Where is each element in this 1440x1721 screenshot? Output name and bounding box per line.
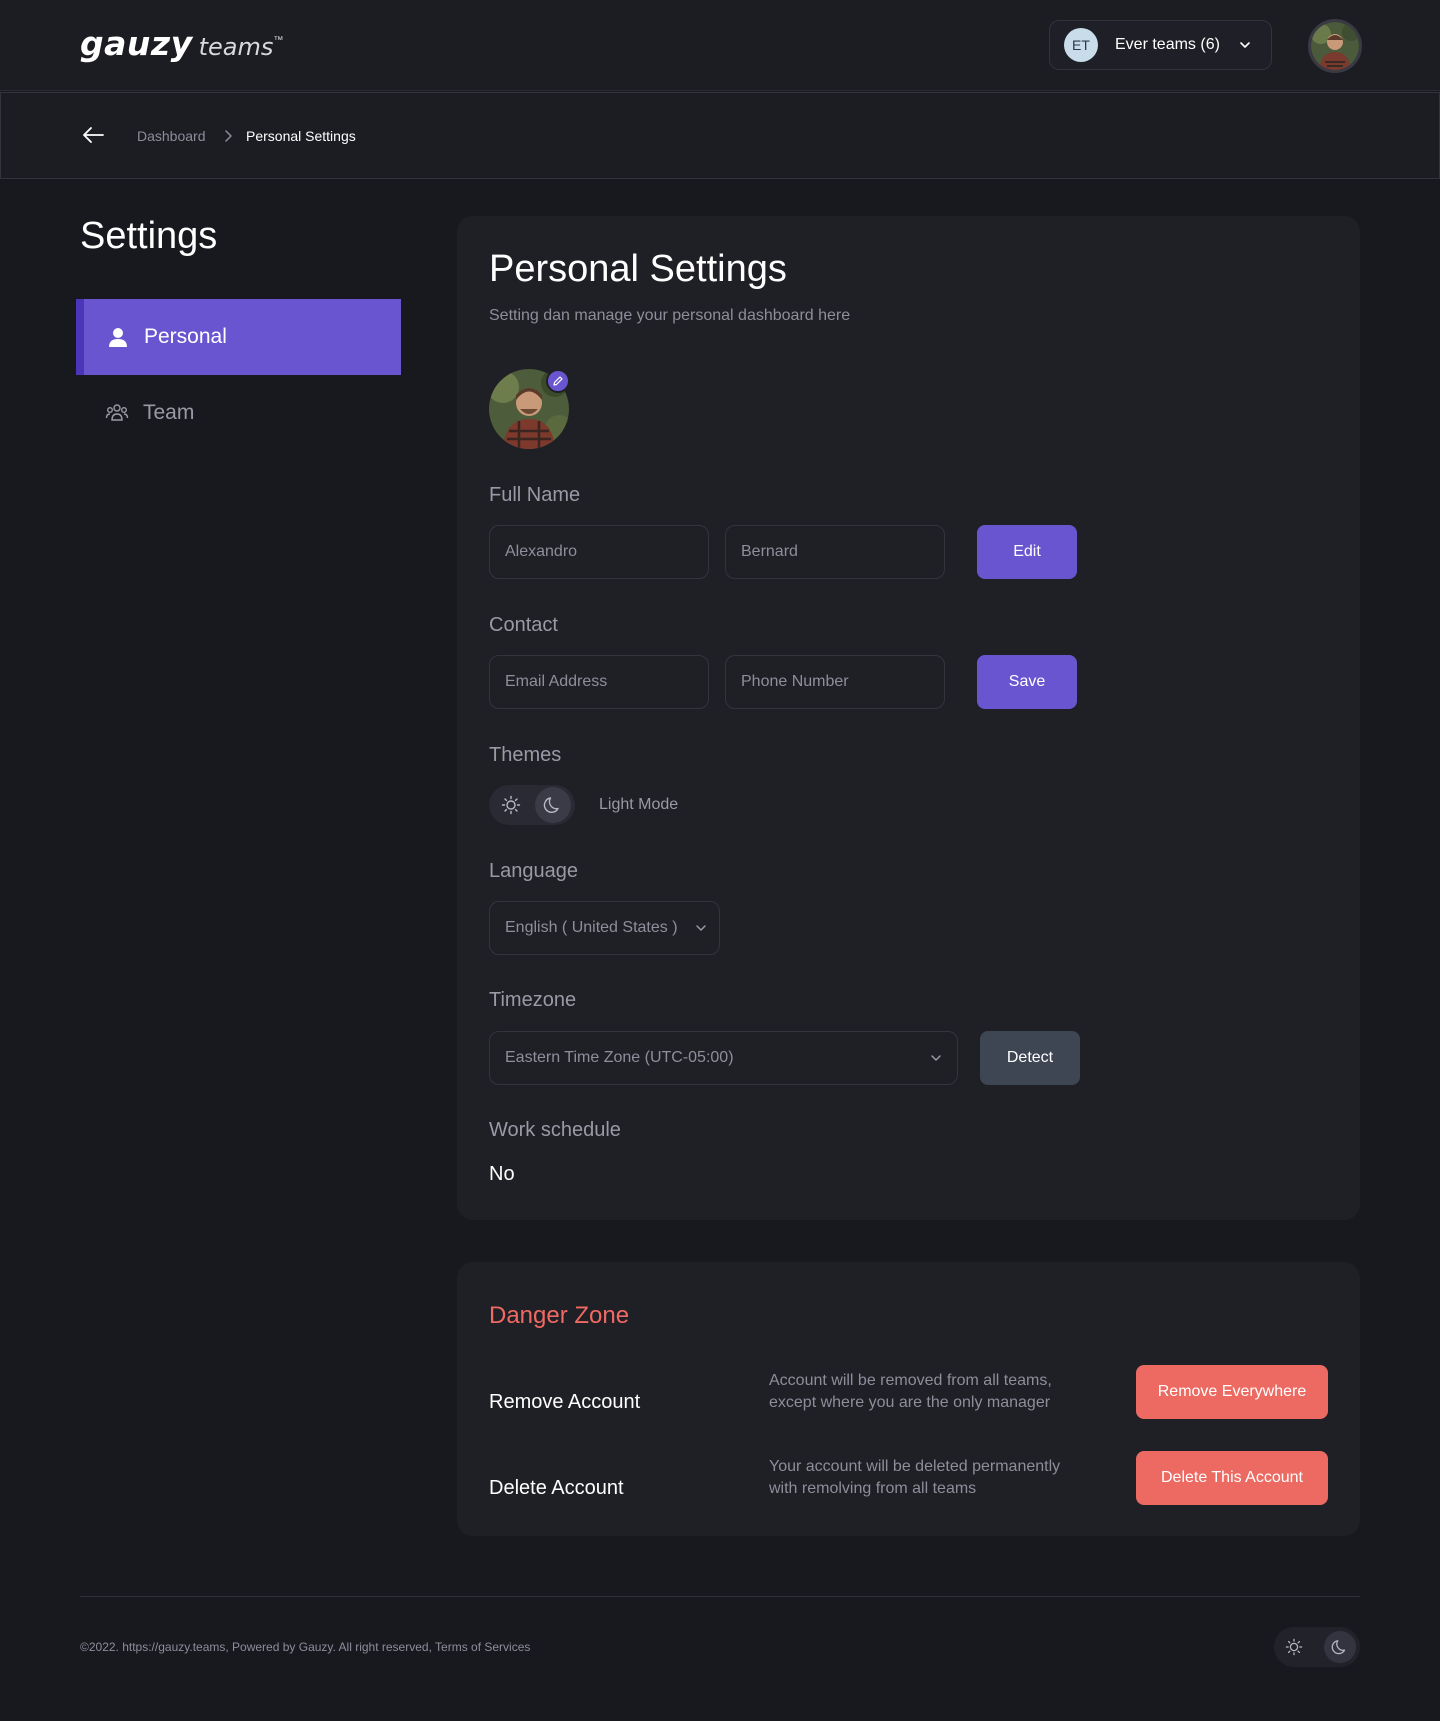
terms-of-service-link[interactable]: Terms of Services bbox=[435, 1640, 530, 1654]
settings-heading: Settings bbox=[80, 215, 218, 257]
last-name-input[interactable] bbox=[725, 525, 945, 579]
contact-label: Contact bbox=[489, 614, 558, 636]
remove-account-title: Remove Account bbox=[489, 1391, 641, 1413]
avatar-photo bbox=[1311, 22, 1359, 70]
save-contact-button[interactable]: Save bbox=[977, 655, 1077, 709]
sidebar-item-label: Team bbox=[143, 401, 195, 424]
top-navbar: gauzy teams ™ ET Ever teams (6) bbox=[0, 0, 1440, 91]
first-name-input[interactable] bbox=[489, 525, 709, 579]
delete-account-button[interactable]: Delete This Account bbox=[1136, 1451, 1328, 1505]
delete-account-description: Your account will be deleted permanently… bbox=[769, 1458, 1061, 1497]
back-arrow-icon[interactable] bbox=[81, 125, 105, 145]
remove-account-description: Account will be removed from all teams, … bbox=[769, 1372, 1052, 1411]
themes-label: Themes bbox=[489, 744, 562, 766]
edit-name-button[interactable]: Edit bbox=[977, 525, 1077, 579]
logo-trademark: ™ bbox=[273, 35, 284, 46]
language-value: English ( United States ) bbox=[505, 919, 678, 936]
delete-account-title: Delete Account bbox=[489, 1477, 624, 1499]
full-name-label: Full Name bbox=[489, 484, 581, 506]
remove-everywhere-button[interactable]: Remove Everywhere bbox=[1136, 1365, 1328, 1419]
footer-copyright-text: ©2022. https://gauzy.teams, Powered by G… bbox=[80, 1640, 436, 1654]
footer-divider bbox=[80, 1596, 1360, 1597]
email-field[interactable] bbox=[489, 655, 709, 709]
logo-sub-text: teams bbox=[198, 33, 274, 61]
detect-timezone-button[interactable]: Detect bbox=[980, 1031, 1080, 1085]
sidebar-item-team[interactable]: Team bbox=[76, 375, 401, 451]
language-select[interactable]: English ( United States ) bbox=[489, 901, 720, 955]
work-schedule-label: Work schedule bbox=[489, 1119, 621, 1141]
timezone-select[interactable]: Eastern Time Zone (UTC-05:00) bbox=[489, 1031, 958, 1085]
edit-photo-button[interactable] bbox=[546, 369, 570, 393]
team-name-label: Ever teams (6) bbox=[1115, 36, 1220, 53]
chevron-down-icon bbox=[1240, 42, 1250, 48]
footer-copyright: ©2022. https://gauzy.teams, Powered by G… bbox=[80, 1640, 530, 1654]
language-label: Language bbox=[489, 860, 578, 882]
timezone-label: Timezone bbox=[489, 989, 577, 1011]
breadcrumb-current-page: Personal Settings bbox=[246, 128, 356, 144]
theme-mode-label: Light Mode bbox=[599, 796, 679, 813]
chevron-down-icon bbox=[931, 1055, 941, 1061]
sun-icon[interactable] bbox=[493, 787, 529, 823]
chevron-right-icon bbox=[225, 130, 232, 142]
sidebar-item-personal[interactable]: Personal bbox=[76, 299, 401, 375]
logo-main-text: gauzy bbox=[80, 24, 193, 63]
danger-zone-title: Danger Zone bbox=[489, 1302, 630, 1329]
theme-toggle[interactable] bbox=[489, 785, 575, 825]
moon-icon[interactable] bbox=[1324, 1631, 1356, 1663]
gauzy-teams-logo[interactable]: gauzy teams ™ bbox=[80, 24, 283, 63]
pencil-icon bbox=[553, 376, 563, 386]
moon-icon[interactable] bbox=[535, 787, 571, 823]
page-title: Personal Settings bbox=[489, 248, 787, 290]
sun-icon[interactable] bbox=[1278, 1631, 1310, 1663]
footer-theme-toggle[interactable] bbox=[1274, 1627, 1360, 1667]
breadcrumb-dashboard-link[interactable]: Dashboard bbox=[137, 128, 206, 144]
timezone-value: Eastern Time Zone (UTC-05:00) bbox=[505, 1049, 734, 1066]
sidebar-item-label: Personal bbox=[144, 325, 227, 348]
user-avatar-button[interactable] bbox=[1308, 19, 1362, 73]
team-initials-badge: ET bbox=[1064, 28, 1098, 62]
chevron-down-icon bbox=[695, 925, 706, 931]
phone-field[interactable] bbox=[725, 655, 945, 709]
team-icon bbox=[104, 400, 130, 426]
work-schedule-value: No bbox=[489, 1163, 515, 1185]
page-subtitle: Setting dan manage your personal dashboa… bbox=[489, 307, 851, 324]
danger-zone-card: Danger Zone Remove Account Account will … bbox=[457, 1262, 1360, 1536]
personal-settings-card: Personal Settings Setting dan manage you… bbox=[457, 216, 1360, 1220]
team-switcher-dropdown[interactable]: ET Ever teams (6) bbox=[1049, 20, 1272, 70]
user-icon bbox=[105, 324, 131, 350]
breadcrumb-bar: Dashboard Personal Settings bbox=[0, 92, 1440, 179]
